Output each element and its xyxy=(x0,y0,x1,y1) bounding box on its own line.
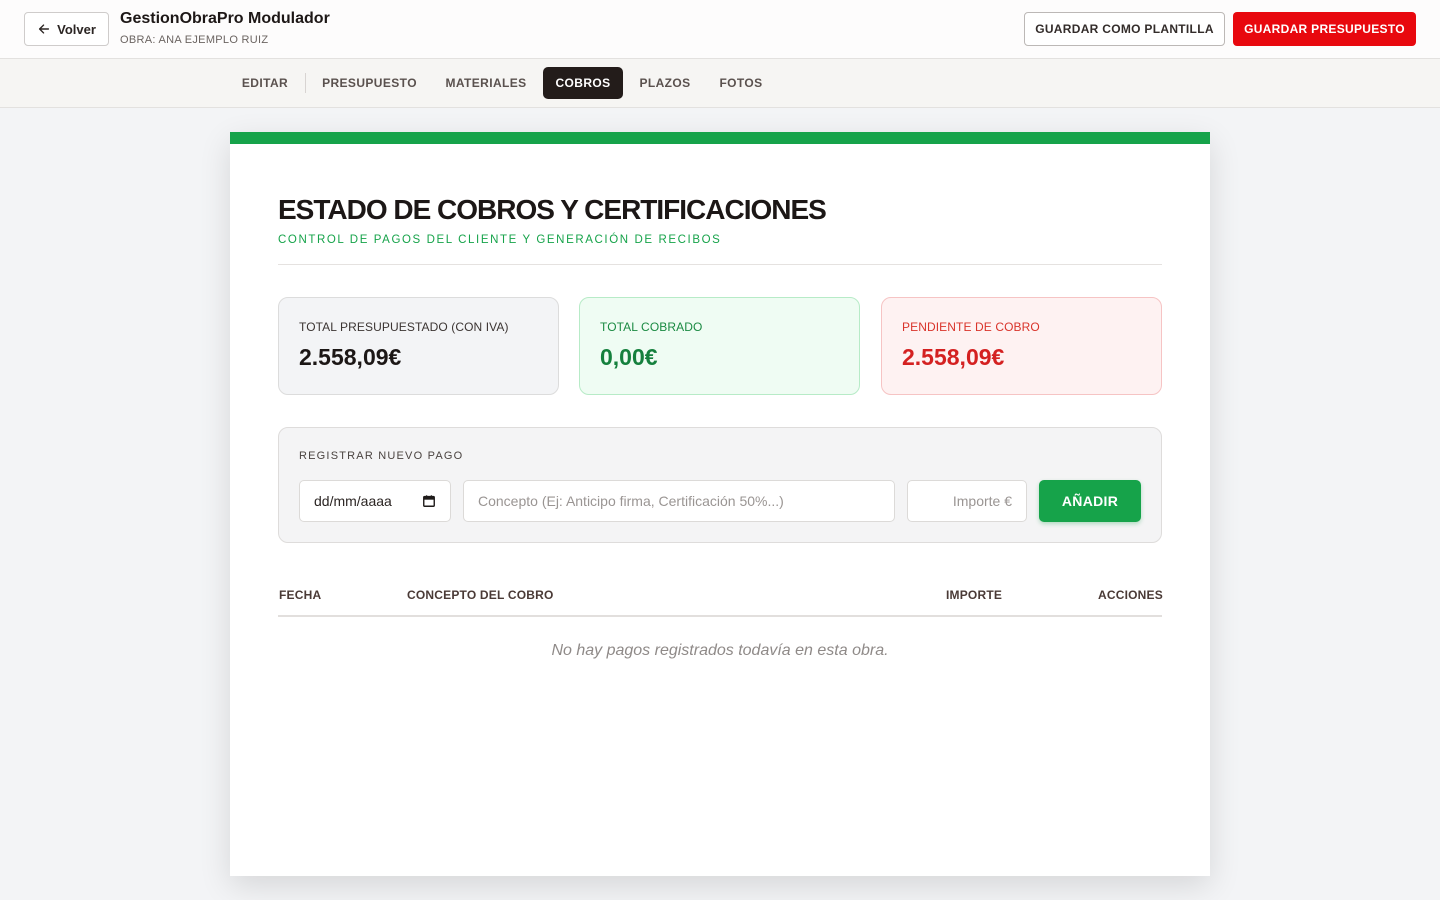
tab-cobros[interactable]: COBROS xyxy=(543,67,623,99)
stat-value: 2.558,09€ xyxy=(902,344,1005,370)
payments-card: ESTADO DE COBROS Y CERTIFICACIONES CONTR… xyxy=(230,132,1210,876)
arrow-left-icon xyxy=(39,24,50,34)
tab-presupuesto[interactable]: PRESUPUESTO xyxy=(313,67,426,99)
column-header-amount: IMPORTE xyxy=(946,588,1003,602)
add-payment-button[interactable]: AÑADIR xyxy=(1039,480,1141,522)
stat-label: TOTAL COBRADO xyxy=(600,320,703,334)
empty-table-message: No hay pagos registrados todavía en esta… xyxy=(551,642,889,659)
stat-value: 2.558,09€ xyxy=(299,344,402,370)
date-input[interactable]: dd/mm/aaaa xyxy=(299,480,451,522)
new-payment-form: REGISTRAR NUEVO PAGO dd/mm/aaaa Concepto… xyxy=(278,427,1162,543)
stat-pending: PENDIENTE DE COBRO 2.558,09€ xyxy=(881,297,1162,395)
section-divider xyxy=(278,264,1162,265)
tab-bar: EDITAR PRESUPUESTO MATERIALES COBROS PLA… xyxy=(0,59,1440,108)
amount-placeholder: Importe € xyxy=(952,493,1012,509)
stat-total-budgeted: TOTAL PRESUPUESTADO (CON IVA) 2.558,09€ xyxy=(278,297,559,395)
table-header-line xyxy=(278,615,1162,617)
concept-input[interactable]: Concepto (Ej: Anticipo firma, Certificac… xyxy=(463,480,895,522)
back-button-label: Volver xyxy=(57,21,96,37)
save-as-template-button[interactable]: GUARDAR COMO PLANTILLA xyxy=(1024,12,1225,46)
date-placeholder: dd/mm/aaaa xyxy=(314,493,392,509)
stat-label: TOTAL PRESUPUESTADO (CON IVA) xyxy=(299,320,509,334)
column-header-concept: CONCEPTO DEL COBRO xyxy=(407,588,554,602)
column-header-actions: ACCIONES xyxy=(1098,588,1163,602)
stat-value: 0,00€ xyxy=(600,344,658,370)
concept-placeholder: Concepto (Ej: Anticipo firma, Certificac… xyxy=(478,493,784,509)
stat-total-collected: TOTAL COBRADO 0,00€ xyxy=(579,297,860,395)
card-accent-strip xyxy=(230,132,1210,144)
column-header-date: FECHA xyxy=(279,588,322,602)
stat-label: PENDIENTE DE COBRO xyxy=(902,320,1040,334)
tab-plazos[interactable]: PLAZOS xyxy=(631,67,699,99)
page-title: ESTADO DE COBROS Y CERTIFICACIONES xyxy=(278,194,827,225)
tab-materiales[interactable]: MATERIALES xyxy=(437,67,535,99)
save-budget-button[interactable]: GUARDAR PRESUPUESTO xyxy=(1233,12,1416,46)
top-header: Volver GestionObraPro Modulador OBRA: AN… xyxy=(0,0,1440,59)
form-title: REGISTRAR NUEVO PAGO xyxy=(299,450,464,462)
calendar-icon[interactable] xyxy=(422,494,436,508)
page-subtitle: CONTROL DE PAGOS DEL CLIENTE Y GENERACIÓ… xyxy=(278,234,722,246)
tab-editar[interactable]: EDITAR xyxy=(230,67,300,99)
project-name: OBRA: ANA EJEMPLO RUIZ xyxy=(120,34,269,46)
tab-fotos[interactable]: FOTOS xyxy=(710,67,772,99)
app-title: GestionObraPro Modulador xyxy=(120,10,330,27)
amount-input[interactable]: Importe € xyxy=(907,480,1027,522)
back-button[interactable]: Volver xyxy=(24,12,109,46)
tab-separator xyxy=(305,73,306,93)
